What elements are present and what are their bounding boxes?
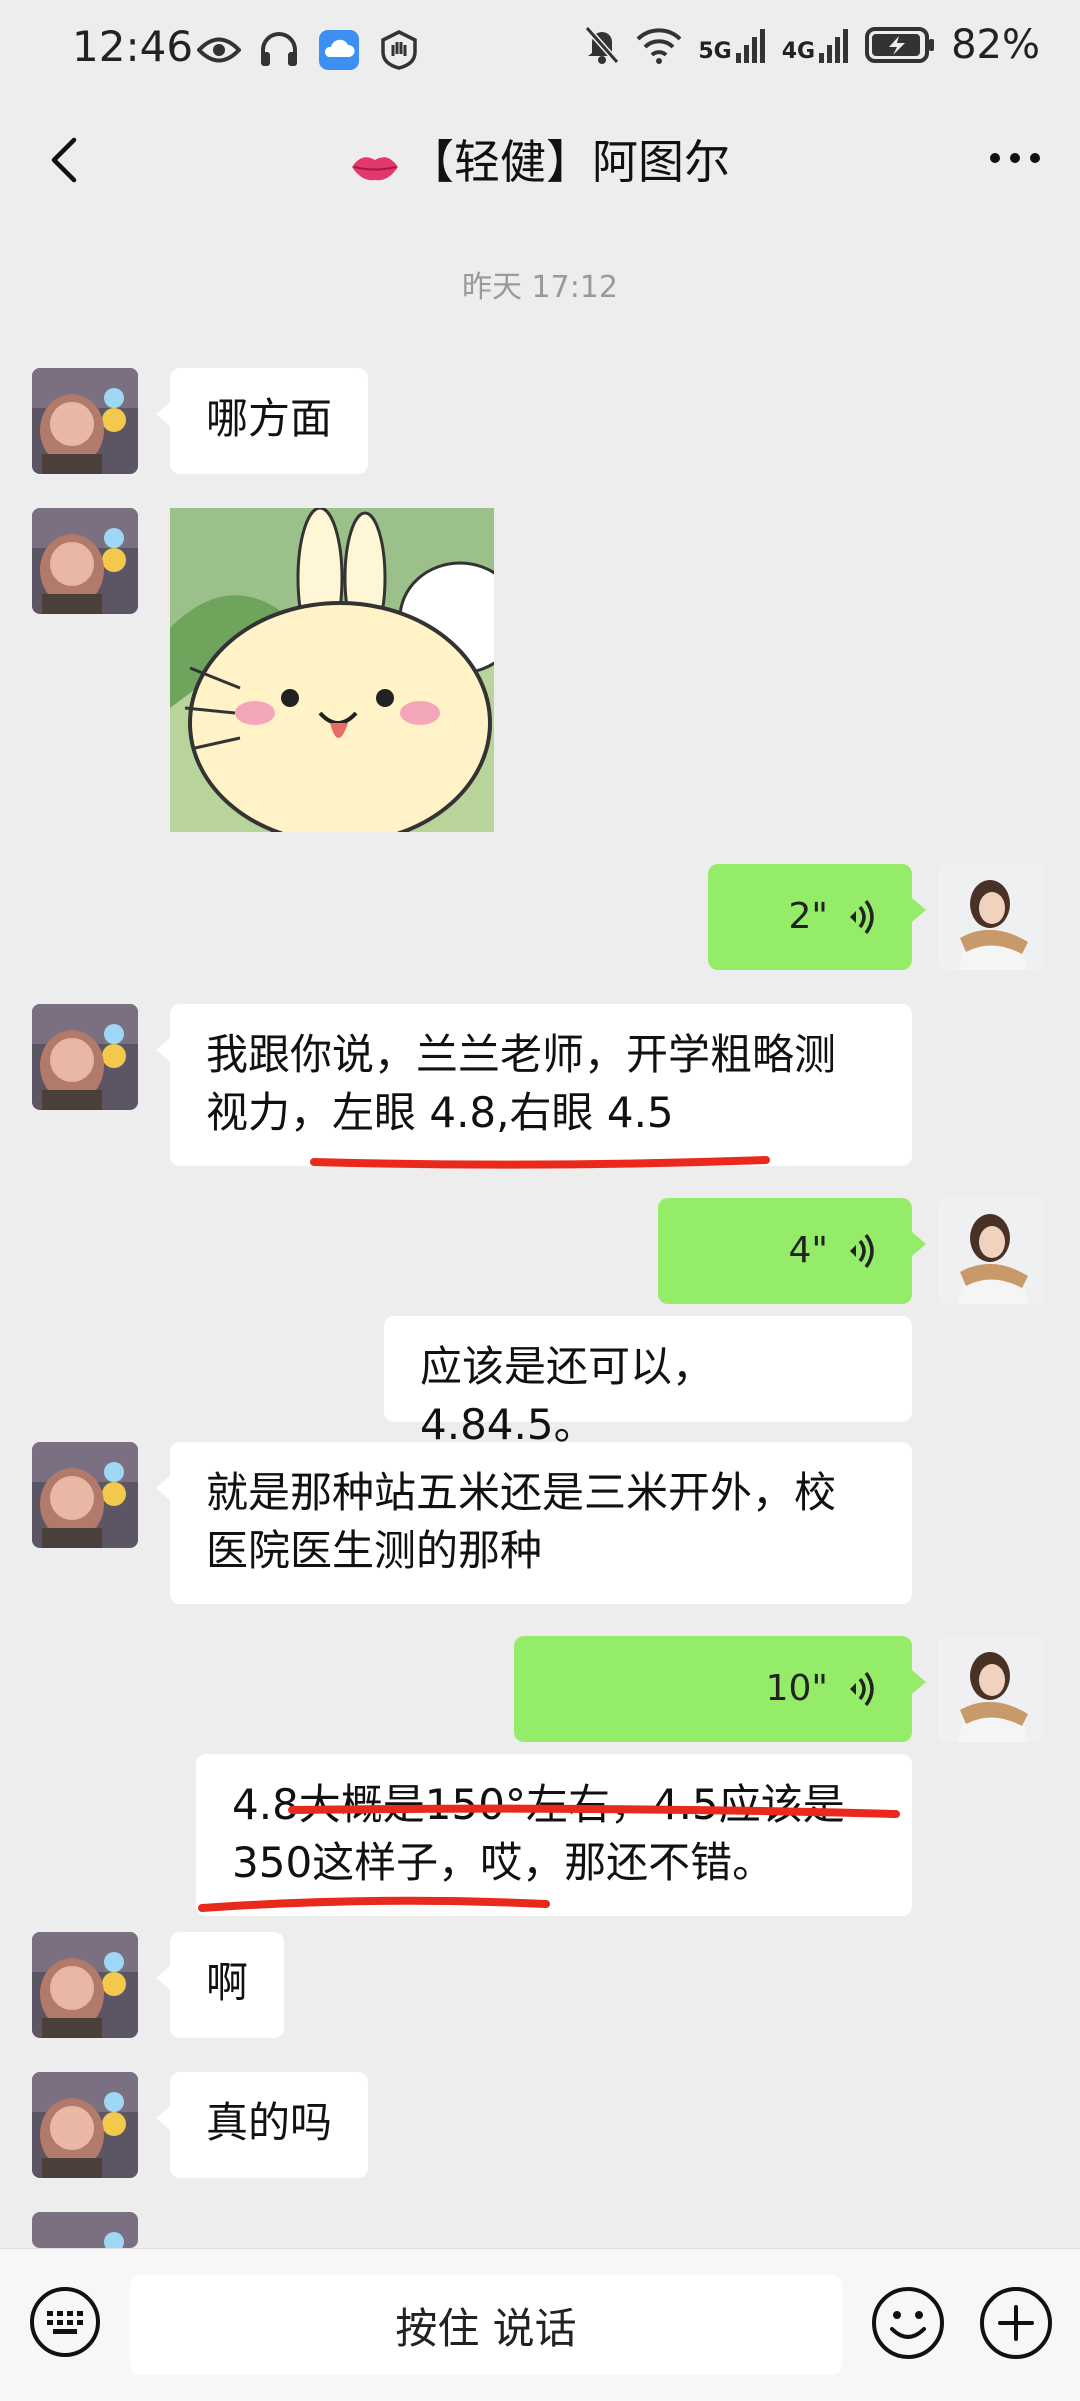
more-button[interactable]: [980, 138, 1050, 178]
signal-4g: 4G: [782, 27, 849, 63]
battery-percent: 82%: [951, 22, 1040, 68]
voice-duration: 2": [788, 896, 828, 937]
message-bubble-outgoing[interactable]: 4.8大概是150°左右，4.5应该是 350这样子，哎，那还不错。: [196, 1754, 912, 1916]
status-left-icons: [196, 30, 422, 70]
headphones-icon: [256, 30, 302, 70]
voice-wave-icon: [850, 1233, 874, 1269]
contact-avatar[interactable]: [32, 2212, 138, 2248]
voice-message-outgoing[interactable]: 2": [708, 864, 926, 970]
contact-avatar[interactable]: [32, 1004, 138, 1110]
battery-charging-icon: [865, 27, 935, 63]
status-right-icons: 5G 4G 82%: [584, 22, 1040, 68]
voice-duration: 4": [788, 1230, 828, 1271]
message-bubble-incoming[interactable]: 我跟你说，兰兰老师，开学粗略测 视力，左眼 4.8,右眼 4.5: [156, 1004, 912, 1166]
contact-avatar[interactable]: [32, 1442, 138, 1548]
keyboard-toggle-button[interactable]: [28, 2285, 102, 2359]
contact-avatar[interactable]: [32, 368, 138, 474]
my-avatar[interactable]: [938, 864, 1044, 970]
message-bubble-incoming[interactable]: 哪方面: [155, 368, 369, 474]
voice-wave-icon: [850, 899, 874, 935]
signal-5g: 5G: [698, 27, 765, 63]
chat-header: 【轻健】阿图尔: [0, 104, 1080, 214]
contact-name: 【轻健】阿图尔: [408, 135, 730, 189]
emoji-button[interactable]: [870, 2285, 946, 2361]
eye-icon: [196, 30, 242, 70]
mute-bell-icon: [585, 26, 620, 64]
message-bubble-incoming[interactable]: 啊: [155, 1932, 285, 2038]
wifi-icon: [636, 28, 682, 64]
voice-wave-icon: [850, 1671, 874, 1707]
smiley-icon: [872, 2287, 944, 2359]
rabbit-sticker-image[interactable]: [170, 508, 494, 832]
input-bar: 按住 说话: [0, 2248, 1080, 2401]
contact-avatar[interactable]: [32, 2072, 138, 2178]
signal-bars-icon: [819, 29, 849, 63]
more-functions-button[interactable]: [978, 2285, 1054, 2361]
contact-avatar[interactable]: [32, 508, 138, 614]
voice-message-outgoing[interactable]: 10": [514, 1636, 926, 1742]
message-bubble-outgoing[interactable]: 应该是还可以，4.84.5。: [384, 1316, 912, 1449]
keyboard-icon: [30, 2287, 100, 2357]
my-avatar[interactable]: [938, 1636, 1044, 1742]
status-time: 12:46: [72, 22, 194, 71]
more-dots-icon: [990, 153, 1040, 163]
voice-message-outgoing[interactable]: 4": [658, 1198, 926, 1304]
voice-duration: 10": [765, 1668, 828, 1709]
message-bubble-incoming[interactable]: 真的吗: [155, 2072, 369, 2178]
signal-bars-icon: [735, 29, 765, 63]
chat-title: 【轻健】阿图尔: [0, 126, 1080, 193]
hold-to-talk-button[interactable]: 按住 说话: [130, 2275, 842, 2375]
plus-icon: [980, 2287, 1052, 2359]
status-bar: 12:46 5G 4G 82%: [0, 0, 1080, 104]
shield-hand-icon: [376, 30, 422, 70]
message-bubble-incoming[interactable]: 就是那种站五米还是三米开外，校 医院医生测的那种: [156, 1442, 912, 1604]
lips-emoji-icon: [350, 139, 400, 193]
message-timestamp: 昨天 17:12: [462, 270, 618, 305]
contact-avatar[interactable]: [32, 1932, 138, 2038]
my-avatar[interactable]: [938, 1198, 1044, 1304]
cloud-app-icon: [316, 30, 362, 70]
